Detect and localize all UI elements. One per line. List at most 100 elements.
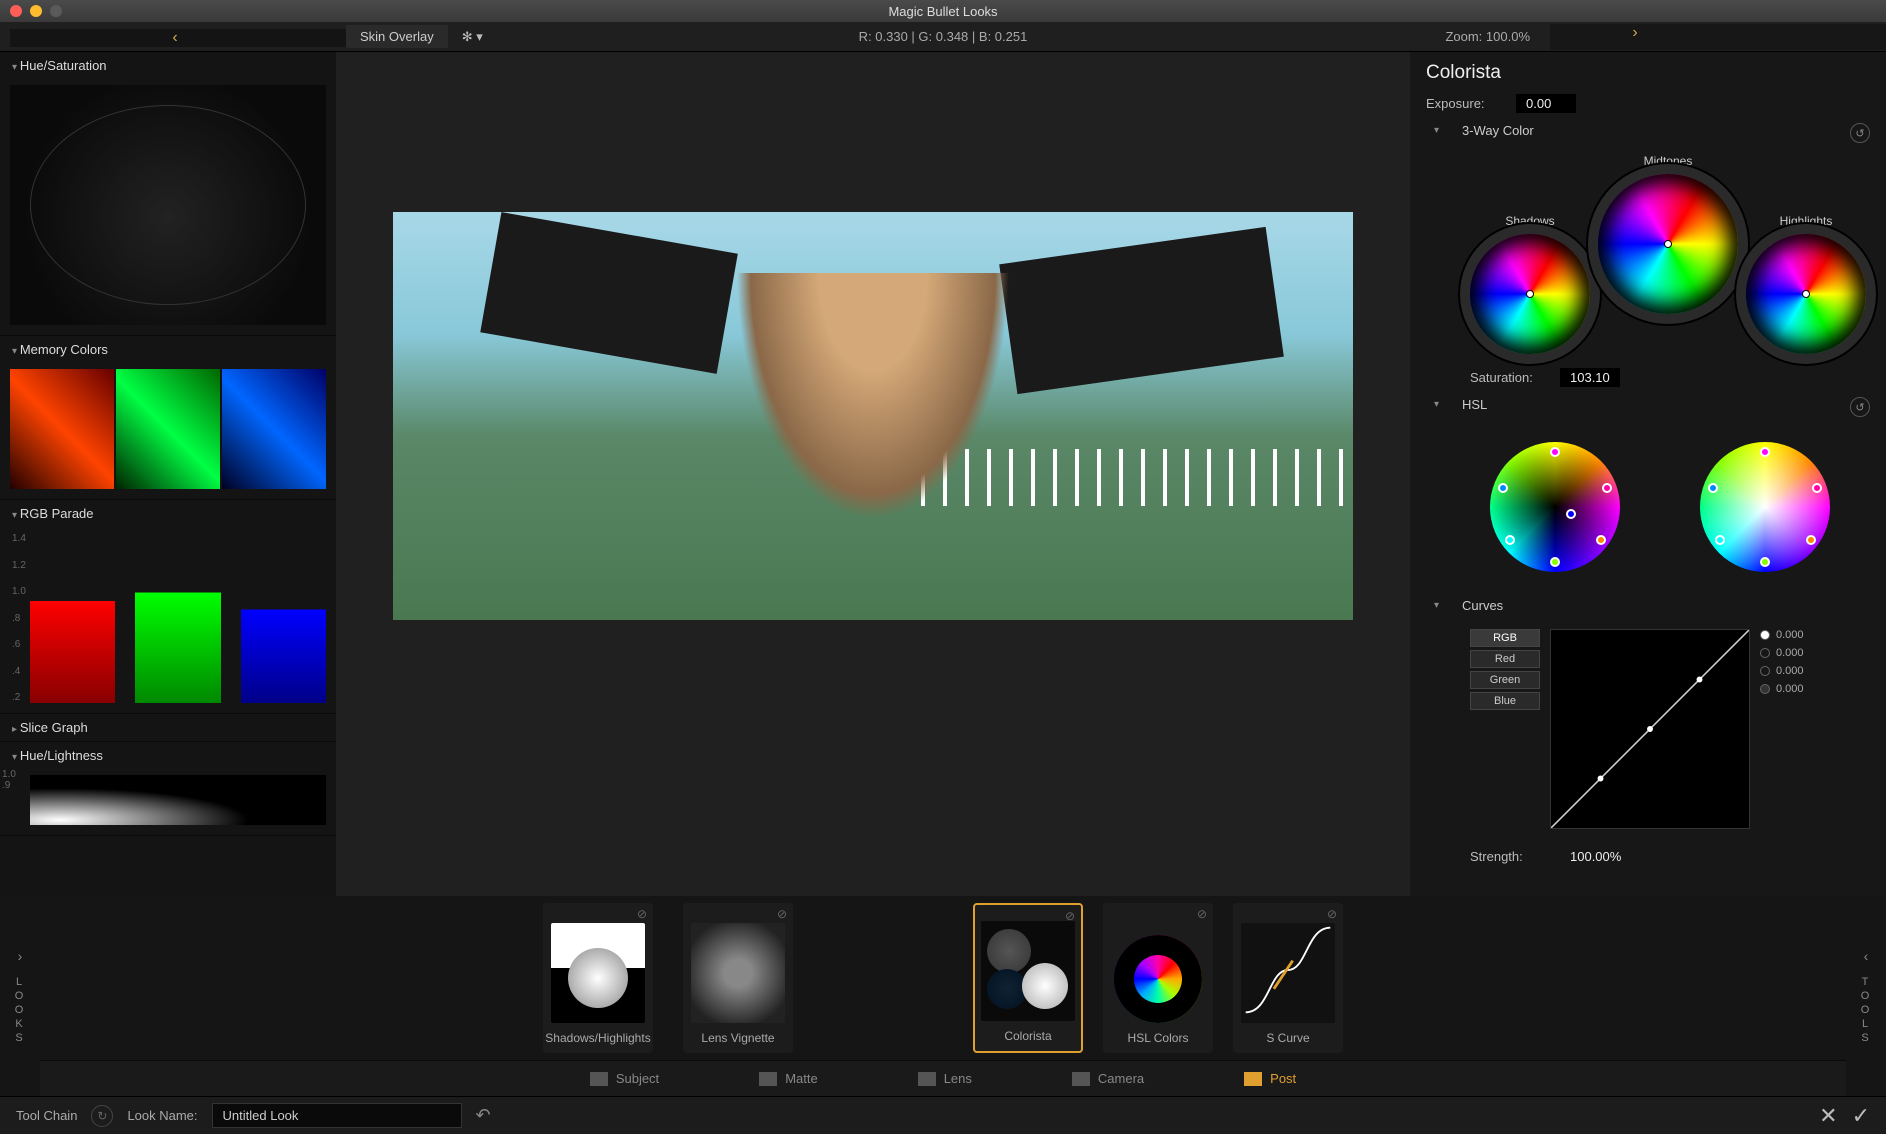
saturation-value[interactable]: 103.10 xyxy=(1560,368,1620,387)
scope-rgb-parade-header[interactable]: RGB Parade xyxy=(0,500,336,527)
shadows-highlights-icon xyxy=(551,923,645,1023)
skin-overlay-button[interactable]: Skin Overlay xyxy=(346,25,448,48)
hsl-colors-icon xyxy=(1114,935,1202,1023)
tool-chain-refresh-button[interactable]: ↻ xyxy=(91,1105,113,1127)
header-mid: Skin Overlay ✻ ▾ R: 0.330 | G: 0.348 | B… xyxy=(336,25,1550,48)
subject-icon xyxy=(590,1072,608,1086)
hsl-reset-button[interactable]: ↺ xyxy=(1850,397,1870,417)
curve-red-button[interactable]: Red xyxy=(1470,650,1540,668)
zoom-readout[interactable]: Zoom: 100.0% xyxy=(1445,29,1530,44)
tool-chain-label[interactable]: Tool Chain xyxy=(16,1108,77,1123)
tool-lens-vignette[interactable]: ⊘ Lens Vignette xyxy=(683,903,793,1053)
curve-blue-button[interactable]: Blue xyxy=(1470,692,1540,710)
window-titlebar: Magic Bullet Looks xyxy=(0,0,1886,22)
threeway-reset-button[interactable]: ↺ xyxy=(1850,123,1870,143)
highlights-wheel-label: Highlights xyxy=(1746,214,1866,228)
camera-icon xyxy=(1072,1072,1090,1086)
vignette-icon xyxy=(691,923,785,1023)
midtones-wheel[interactable] xyxy=(1598,174,1738,314)
look-name-label: Look Name: xyxy=(127,1108,197,1123)
remove-tool-icon[interactable]: ⊘ xyxy=(637,907,647,921)
curves-group: ▾ Curves xyxy=(1410,592,1886,623)
window-traffic-lights xyxy=(10,5,62,17)
controls-collapse-icon[interactable]: › xyxy=(1550,24,1876,50)
threeway-label: 3-Way Color xyxy=(1462,123,1886,138)
footer-bar: Tool Chain ↻ Look Name: ↶ ✕ ✓ xyxy=(0,1096,1886,1134)
look-name-input[interactable] xyxy=(212,1103,462,1128)
stage-post[interactable]: Post xyxy=(1224,1067,1316,1090)
rgb-parade-display: 1.4 1.2 1.0 .8 .6 .4 .2 xyxy=(10,533,326,703)
tool-shadows-highlights[interactable]: ⊘ Shadows/Highlights xyxy=(543,903,653,1053)
close-icon[interactable] xyxy=(10,5,22,17)
scope-memory-colors-header[interactable]: Memory Colors xyxy=(0,336,336,363)
strength-label: Strength: xyxy=(1470,849,1560,864)
highlights-wheel[interactable] xyxy=(1746,234,1866,354)
preview-area xyxy=(336,52,1410,896)
midtones-wheel-label: Midtones xyxy=(1598,154,1738,168)
remove-tool-icon[interactable]: ⊘ xyxy=(1327,907,1337,921)
curves-disclosure-icon[interactable]: ▾ xyxy=(1434,600,1439,611)
stage-subject[interactable]: Subject xyxy=(570,1067,679,1090)
post-icon xyxy=(1244,1072,1262,1086)
scope-hue-lightness-header[interactable]: Hue/Lightness xyxy=(0,742,336,769)
app-header: ‹ SCOPES Skin Overlay ✻ ▾ R: 0.330 | G: … xyxy=(0,22,1886,52)
remove-tool-icon[interactable]: ⊘ xyxy=(777,907,787,921)
app-title: Magic Bullet Looks xyxy=(888,4,997,19)
apply-button[interactable]: ✓ xyxy=(1852,1103,1870,1129)
scope-hue-saturation-header[interactable]: Hue/Saturation xyxy=(0,52,336,79)
hue-lightness-display xyxy=(30,775,326,825)
looks-drawer-button[interactable]: › LOOKS xyxy=(0,896,40,1096)
hsl-sat-wheel[interactable] xyxy=(1700,442,1830,572)
tool-hsl-colors[interactable]: ⊘ HSL Colors xyxy=(1103,903,1213,1053)
tool-s-curve[interactable]: ⊘ S Curve xyxy=(1233,903,1343,1053)
rgb-readout: R: 0.330 | G: 0.348 | B: 0.251 xyxy=(859,29,1028,44)
exposure-value[interactable]: 0.00 xyxy=(1516,94,1576,113)
vectorscope-display xyxy=(10,85,326,325)
exposure-label: Exposure: xyxy=(1426,96,1516,111)
chevron-right-icon: › xyxy=(18,948,23,964)
gear-icon[interactable]: ✻ ▾ xyxy=(462,29,483,45)
undo-button[interactable]: ↶ xyxy=(476,1105,491,1126)
colorista-icon xyxy=(981,921,1075,1021)
hsl-hue-wheel[interactable] xyxy=(1490,442,1620,572)
scopes-panel-title: ‹ SCOPES xyxy=(0,29,336,45)
stage-lens[interactable]: Lens xyxy=(898,1067,992,1090)
chevron-left-icon: ‹ xyxy=(1864,948,1869,964)
tools-drawer-button[interactable]: ‹ TOOLS xyxy=(1846,896,1886,1096)
matte-icon xyxy=(759,1072,777,1086)
tool-colorista[interactable]: ⊘ Colorista xyxy=(973,903,1083,1053)
controls-panel: Colorista Exposure: 0.00 ▾ 3-Way Color ↺… xyxy=(1410,52,1886,896)
stage-camera[interactable]: Camera xyxy=(1052,1067,1164,1090)
hsl-disclosure-icon[interactable]: ▾ xyxy=(1434,399,1439,410)
memory-colors-display xyxy=(10,369,326,489)
maximize-icon[interactable] xyxy=(50,5,62,17)
threeway-disclosure-icon[interactable]: ▾ xyxy=(1434,125,1439,136)
shadows-wheel-label: Shadows xyxy=(1470,214,1590,228)
preview-image[interactable] xyxy=(393,212,1353,620)
curves-label: Curves xyxy=(1462,598,1886,613)
lens-icon xyxy=(918,1072,936,1086)
hsl-label: HSL xyxy=(1462,397,1886,412)
scope-slice-graph-header[interactable]: Slice Graph xyxy=(0,714,336,741)
curve-point-values: 0.000 0.000 0.000 0.000 xyxy=(1760,629,1804,829)
stage-tabs: Subject Matte Lens Camera Post xyxy=(40,1060,1846,1096)
cancel-button[interactable]: ✕ xyxy=(1819,1103,1837,1129)
curve-rgb-button[interactable]: RGB xyxy=(1470,629,1540,647)
parade-axis: 1.4 1.2 1.0 .8 .6 .4 .2 xyxy=(12,533,26,703)
s-curve-icon xyxy=(1241,923,1335,1023)
curves-editor[interactable] xyxy=(1550,629,1750,829)
threeway-group: ▾ 3-Way Color ↺ xyxy=(1410,117,1886,148)
strength-value[interactable]: 100.00% xyxy=(1560,847,1631,866)
saturation-label: Saturation: xyxy=(1470,370,1560,385)
scopes-collapse-icon[interactable]: ‹ xyxy=(10,29,346,47)
remove-tool-icon[interactable]: ⊘ xyxy=(1197,907,1207,921)
controls-panel-title: CONTROLS › xyxy=(1550,24,1886,50)
shadows-wheel[interactable] xyxy=(1470,234,1590,354)
scopes-panel: Hue/Saturation Memory Colors RGB Parade … xyxy=(0,52,336,896)
curve-green-button[interactable]: Green xyxy=(1470,671,1540,689)
hsl-group: ▾ HSL ↺ xyxy=(1410,391,1886,422)
stage-matte[interactable]: Matte xyxy=(739,1067,838,1090)
tool-dock: › LOOKS ⊘ Shadows/Highlights ⊘ Lens Vign… xyxy=(0,896,1886,1096)
control-title: Colorista xyxy=(1410,52,1886,90)
minimize-icon[interactable] xyxy=(30,5,42,17)
